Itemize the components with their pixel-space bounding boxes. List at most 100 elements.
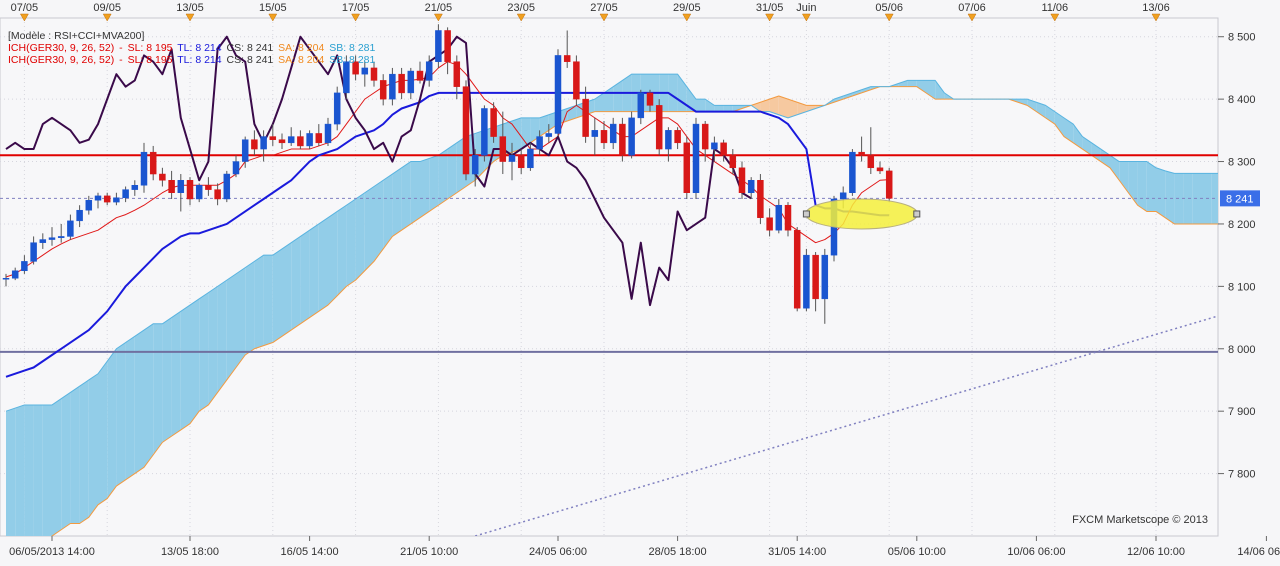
bottom-date-label: 14/06 06:00 bbox=[1237, 546, 1280, 558]
cloud-segment bbox=[300, 230, 310, 324]
candle-body bbox=[435, 30, 442, 62]
candle-body bbox=[701, 123, 709, 150]
candle-body bbox=[287, 136, 295, 144]
candle-body bbox=[655, 105, 663, 150]
candle-body bbox=[729, 155, 737, 169]
cloud-segment bbox=[1165, 170, 1175, 224]
cloud-segment bbox=[42, 404, 52, 536]
candle-body bbox=[103, 195, 111, 203]
cloud-segment bbox=[364, 186, 374, 271]
y-tick-label: 8 200 bbox=[1228, 219, 1256, 231]
legend-sb: SB: 8 281 bbox=[329, 54, 376, 66]
candle-body bbox=[747, 180, 755, 193]
candle-body bbox=[766, 217, 773, 231]
candle-body bbox=[398, 73, 405, 94]
cloud-segment bbox=[429, 155, 439, 212]
candle-body bbox=[214, 189, 221, 200]
candle-body bbox=[517, 155, 525, 169]
candle-body bbox=[205, 185, 212, 190]
top-date-label: 13/06 bbox=[1142, 2, 1170, 14]
legend-ichimoku-1: ICH(GER30, 9, 26, 52) - SL: 8 195 TL: 8 … bbox=[8, 42, 376, 54]
top-date-label: 07/06 bbox=[958, 2, 986, 14]
candle-body bbox=[720, 142, 727, 156]
candle-body bbox=[21, 261, 28, 272]
cloud-segment bbox=[70, 386, 80, 524]
legend-sl: SL: 8 195 bbox=[127, 42, 173, 54]
legend-name: ICH(GER30, 9, 26, 52) bbox=[8, 54, 115, 66]
bottom-date-label: 05/06 10:00 bbox=[888, 546, 946, 558]
cloud-segment bbox=[410, 161, 420, 224]
highlight-ellipse bbox=[805, 198, 919, 230]
cloud-segment bbox=[226, 273, 236, 380]
candle-body bbox=[683, 142, 691, 193]
candle-body bbox=[444, 30, 451, 62]
candle-body bbox=[131, 185, 139, 190]
candle-body bbox=[2, 277, 10, 280]
cloud-segment bbox=[328, 211, 338, 306]
bottom-date-label: 12/06 10:00 bbox=[1127, 546, 1185, 558]
candle-body bbox=[876, 167, 884, 172]
price-chart[interactable]: 7 800 7 900 8 000 8 100 8 200 8 300 8 400 8 500… bbox=[0, 0, 1280, 566]
cloud-segment bbox=[162, 317, 172, 443]
cloud-segment bbox=[107, 348, 117, 499]
cloud-segment bbox=[696, 99, 706, 112]
cloud-segment bbox=[217, 280, 227, 393]
cloud-segment bbox=[420, 158, 430, 218]
candle-body bbox=[278, 139, 286, 144]
candle-body bbox=[619, 123, 626, 156]
top-date-label: 05/06 bbox=[875, 2, 903, 14]
candle-body bbox=[481, 108, 488, 156]
cloud-segment bbox=[374, 180, 384, 262]
candle-body bbox=[140, 151, 148, 186]
top-date-label: 11/06 bbox=[1041, 2, 1068, 14]
legend-tl: TL: 8 214 bbox=[177, 42, 222, 54]
cloud-segment bbox=[401, 161, 411, 231]
candle-body bbox=[821, 254, 829, 300]
cloud-segment bbox=[263, 255, 273, 346]
top-date-label: 31/05 bbox=[756, 2, 784, 14]
candle-body bbox=[241, 139, 249, 162]
candle-body bbox=[591, 130, 599, 137]
cloud-segment bbox=[1146, 161, 1156, 212]
candle-body bbox=[343, 61, 350, 94]
candle-body bbox=[389, 73, 396, 100]
top-date-label: 21/05 bbox=[425, 2, 453, 14]
candle-body bbox=[628, 117, 635, 156]
candle-body bbox=[370, 67, 378, 81]
candle-body bbox=[379, 80, 387, 100]
candle-body bbox=[545, 133, 553, 137]
candle-body bbox=[195, 185, 203, 200]
candle-body bbox=[416, 70, 424, 81]
cloud-segment bbox=[144, 323, 154, 468]
top-date-label: Juin bbox=[796, 2, 816, 14]
candle-body bbox=[536, 136, 543, 150]
cloud-segment bbox=[778, 96, 788, 118]
cloud-segment bbox=[392, 167, 402, 237]
candle-body bbox=[269, 136, 277, 140]
candle-body bbox=[168, 180, 175, 193]
cloud-segment bbox=[318, 217, 328, 312]
cloud-segment bbox=[291, 236, 301, 331]
legend-sa: SA: 8 204 bbox=[278, 54, 325, 66]
top-date-label: 27/05 bbox=[590, 2, 618, 14]
candle-body bbox=[223, 173, 231, 200]
candle-body bbox=[324, 123, 332, 144]
candle-body bbox=[665, 130, 672, 150]
candle-body bbox=[57, 236, 65, 238]
candle-body bbox=[361, 67, 369, 75]
candle-body bbox=[793, 229, 801, 309]
legend-cs: CS: 8 241 bbox=[226, 42, 274, 54]
candle-body bbox=[490, 108, 497, 137]
legend-name: ICH(GER30, 9, 26, 52) bbox=[8, 42, 115, 54]
candle-body bbox=[582, 98, 589, 137]
candle-body bbox=[646, 92, 654, 106]
candle-body bbox=[554, 55, 562, 134]
candle-body bbox=[333, 92, 341, 125]
candle-body bbox=[177, 180, 185, 193]
bottom-date-label: 13/05 18:00 bbox=[161, 546, 219, 558]
candle-body bbox=[48, 237, 56, 240]
legend-tl: TL: 8 214 bbox=[177, 54, 222, 66]
candle-body bbox=[425, 61, 433, 81]
cloud-segment bbox=[346, 198, 356, 287]
cloud-segment bbox=[61, 392, 71, 530]
